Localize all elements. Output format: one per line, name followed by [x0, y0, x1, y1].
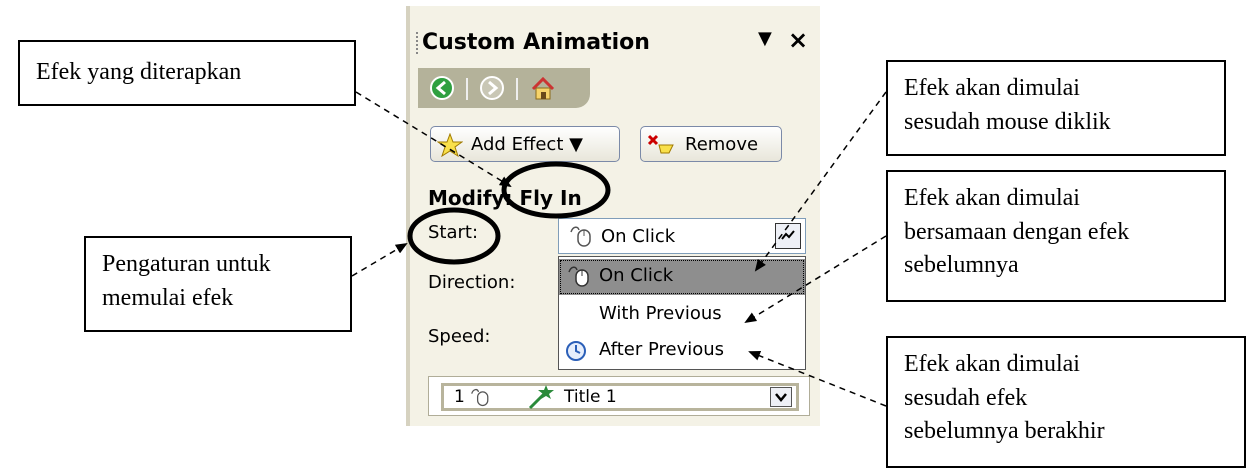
start-label: Start: [428, 222, 479, 243]
callout-on-click: Efek akan dimulai sesudah mouse diklik [886, 60, 1226, 156]
callout-text: sebelumnya berakhir [904, 418, 1105, 445]
home-icon[interactable] [530, 76, 555, 100]
forward-icon[interactable] [480, 76, 504, 100]
effect-order-number: 1 [454, 387, 465, 407]
effect-list: 1 Title 1 [428, 376, 810, 416]
list-item[interactable]: 1 Title 1 [441, 383, 799, 411]
custom-animation-pane: Custom Animation ▼ × Add Effect ▼ Remove… [406, 6, 820, 426]
add-effect-button[interactable]: Add Effect ▼ [430, 126, 620, 162]
task-pane-nav [418, 68, 590, 108]
start-value: On Click [601, 226, 676, 247]
callout-after-previous: Efek akan dimulai sesudah efek sebelumny… [886, 336, 1246, 468]
pane-title: Custom Animation [422, 30, 650, 55]
callout-text: sesudah mouse diklik [904, 108, 1111, 135]
effect-label: Title 1 [564, 387, 617, 407]
start-dropdown[interactable]: On Click [558, 218, 806, 254]
close-button[interactable]: × [788, 26, 808, 54]
pane-border [406, 6, 410, 426]
callout-text: memulai efek [102, 284, 234, 311]
remove-label: Remove [685, 134, 759, 155]
option-on-click[interactable]: On Click [559, 259, 805, 295]
add-effect-label: Add Effect ▼ [471, 134, 583, 155]
clock-icon [565, 340, 587, 367]
option-after-previous[interactable]: After Previous [559, 333, 805, 369]
nav-separator [516, 78, 518, 100]
fly-in-effect-icon [528, 384, 556, 414]
chevron-down-icon[interactable] [770, 387, 792, 407]
remove-effect-icon [647, 133, 677, 162]
pane-menu-button[interactable]: ▼ [758, 28, 772, 49]
direction-label: Direction: [428, 272, 516, 293]
arrow-start-setting [351, 242, 408, 277]
callout-text: bersamaan dengan efek [904, 218, 1130, 245]
option-label: On Click [599, 265, 674, 286]
callout-text: Pengaturan untuk [102, 251, 271, 277]
speed-label: Speed: [428, 326, 491, 347]
callout-text: sesudah efek [904, 384, 1028, 411]
callout-applied-effect: Efek yang diterapkan [18, 40, 356, 106]
grip-handle[interactable] [416, 32, 421, 54]
callout-text: Efek akan dimulai [904, 351, 1080, 377]
remove-button[interactable]: Remove [640, 126, 782, 162]
option-label: With Previous [599, 303, 722, 324]
option-label: After Previous [599, 339, 725, 360]
back-icon[interactable] [430, 76, 454, 100]
start-options-menu: On Click With Previous After Previous [558, 256, 806, 370]
modify-heading: Modify: Fly In [428, 186, 582, 210]
callout-start-setting: Pengaturan untuk memulai efek [84, 236, 352, 332]
mouse-icon [567, 264, 593, 293]
mouse-icon [470, 386, 492, 412]
callout-with-previous: Efek akan dimulai bersamaan dengan efek … [886, 170, 1226, 302]
dropdown-arrow-icon[interactable] [775, 223, 801, 249]
callout-text: Efek yang diterapkan [36, 59, 242, 85]
callout-text: Efek akan dimulai [904, 185, 1080, 211]
callout-text: sebelumnya [904, 252, 1019, 279]
option-with-previous[interactable]: With Previous [559, 297, 805, 333]
star-icon [436, 132, 464, 162]
nav-separator [466, 78, 468, 100]
mouse-icon [569, 224, 595, 252]
callout-text: Efek akan dimulai [904, 75, 1080, 101]
